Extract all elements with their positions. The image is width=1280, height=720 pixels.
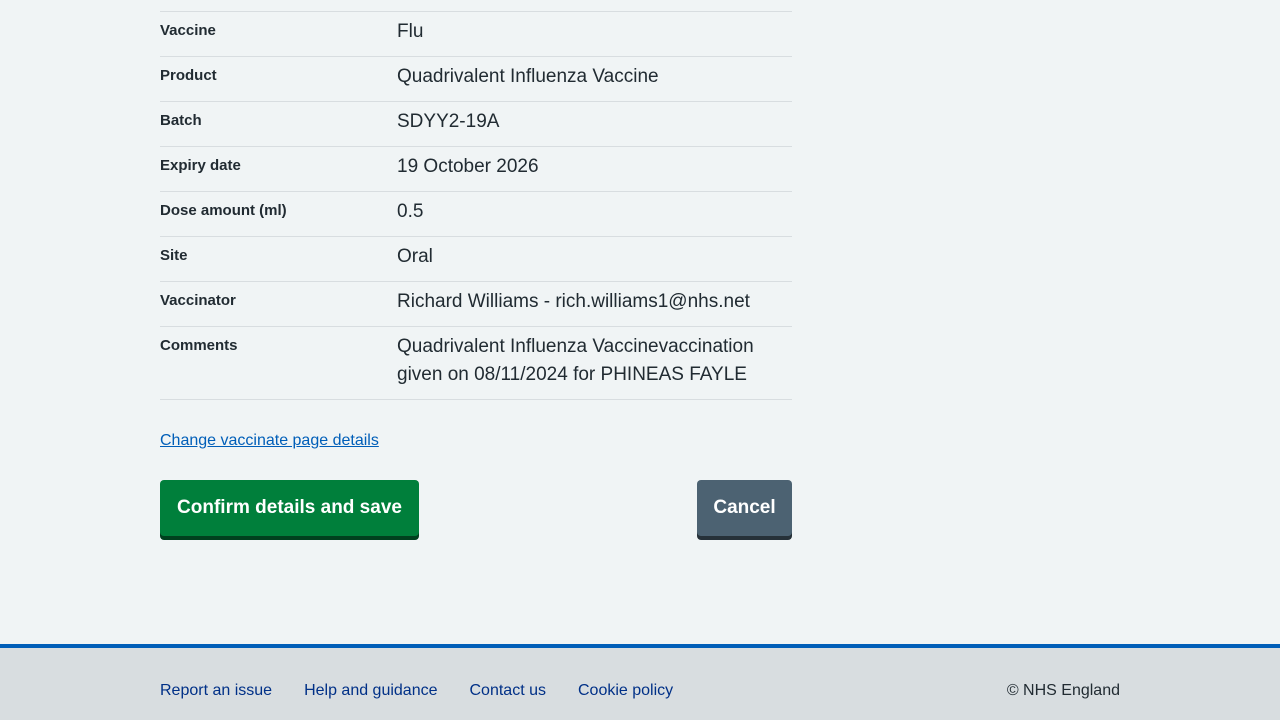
summary-row-site: Site Oral [160, 236, 792, 281]
summary-key: Product [160, 67, 217, 84]
summary-row-batch: Batch SDYY2-19A [160, 101, 792, 146]
summary-row-expiry-date: Expiry date 19 October 2026 [160, 146, 792, 191]
footer-link-cookie-policy[interactable]: Cookie policy [578, 682, 673, 700]
summary-row-product: Product Quadrivalent Influenza Vaccine [160, 56, 792, 101]
summary-key: Site [160, 247, 188, 264]
summary-value: SDYY2-19A [397, 111, 500, 132]
summary-value: Quadrivalent Influenza Vaccine [397, 66, 659, 87]
copyright-text: © NHS England [1006, 682, 1120, 699]
summary-key: Batch [160, 112, 202, 129]
summary-value: 19 October 2026 [397, 156, 539, 177]
summary-row-vaccinator: Vaccinator Richard Williams - rich.willi… [160, 281, 792, 326]
page-footer: Report an issue Help and guidance Contac… [0, 644, 1280, 720]
vaccination-summary-list: Vaccine Flu Product Quadrivalent Influen… [160, 11, 792, 400]
summary-key: Dose amount (ml) [160, 202, 287, 219]
summary-key: Expiry date [160, 157, 241, 174]
summary-key: Vaccinator [160, 292, 236, 309]
summary-row-vaccine: Vaccine Flu [160, 11, 792, 56]
summary-value: Flu [397, 21, 424, 42]
summary-value: Quadrivalent Influenza Vaccinevaccinatio… [397, 336, 754, 385]
footer-link-help-guidance[interactable]: Help and guidance [304, 682, 437, 700]
change-details-link[interactable]: Change vaccinate page details [160, 432, 379, 450]
cancel-button[interactable]: Cancel [697, 480, 792, 536]
summary-row-comments: Comments Quadrivalent Influenza Vaccinev… [160, 326, 792, 400]
summary-value: 0.5 [397, 201, 424, 222]
summary-key: Comments [160, 337, 238, 354]
footer-links: Report an issue Help and guidance Contac… [160, 682, 673, 700]
summary-key: Vaccine [160, 22, 216, 39]
summary-value: Oral [397, 246, 433, 267]
summary-value: Richard Williams - rich.williams1@nhs.ne… [397, 291, 750, 312]
footer-link-report-issue[interactable]: Report an issue [160, 682, 272, 700]
summary-row-dose-amount: Dose amount (ml) 0.5 [160, 191, 792, 236]
confirm-and-save-button[interactable]: Confirm details and save [160, 480, 419, 536]
footer-link-contact-us[interactable]: Contact us [470, 682, 546, 700]
